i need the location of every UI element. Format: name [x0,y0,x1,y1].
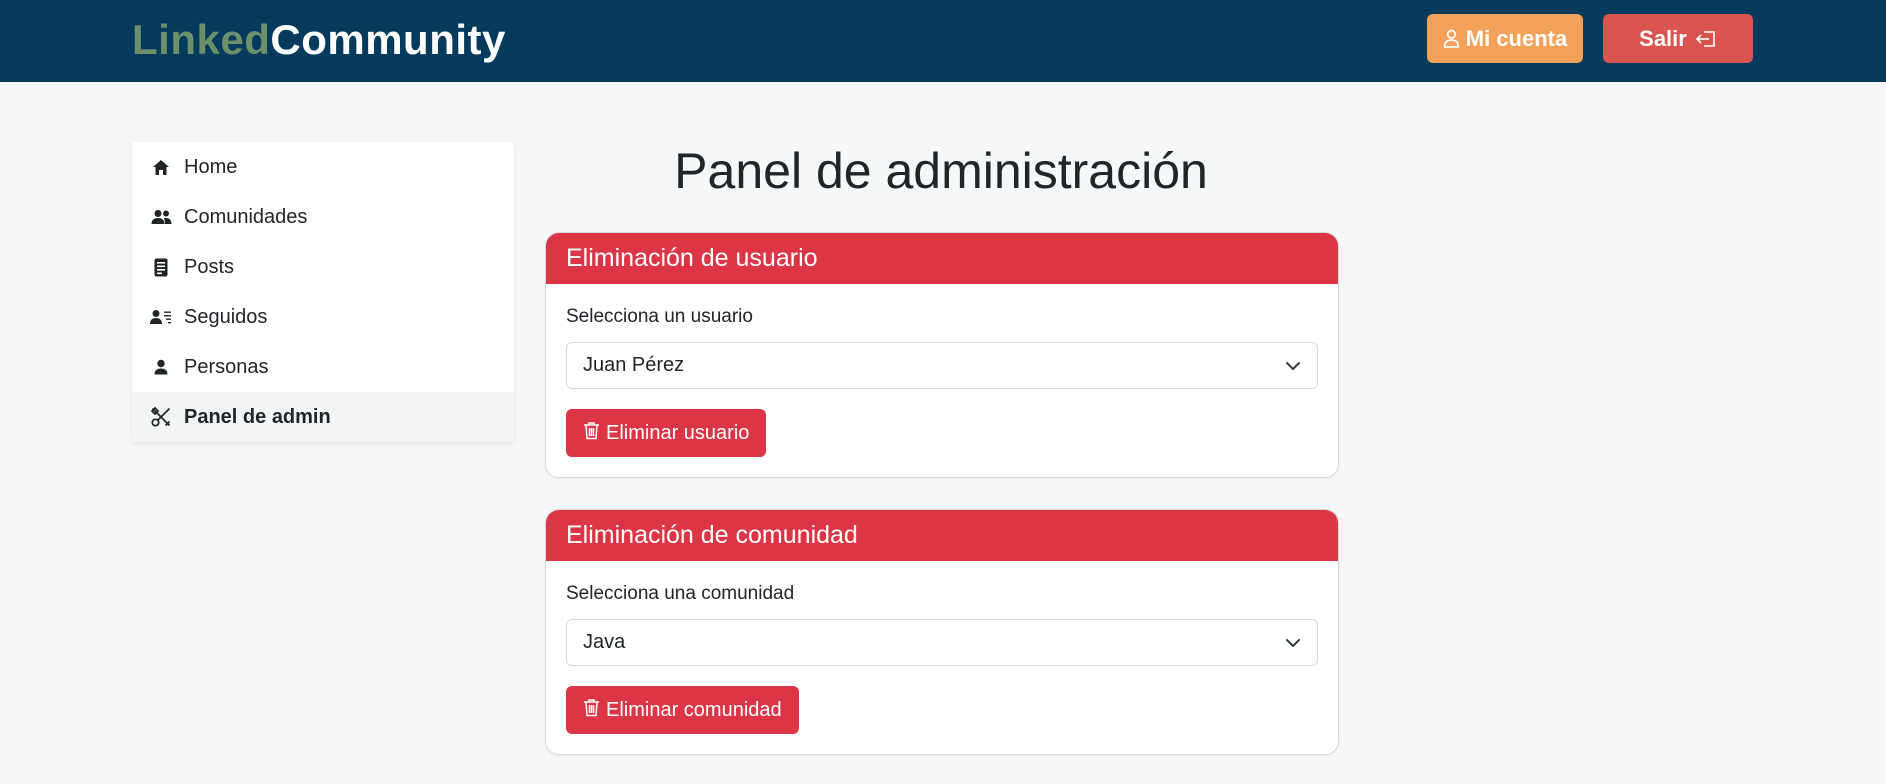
card-header: Eliminación de comunidad [546,510,1338,561]
sidebar-item-label: Personas [184,355,269,378]
sidebar-item-label: Comunidades [184,205,308,228]
delete-community-label: Eliminar comunidad [606,698,782,721]
card-body: Selecciona un usuario Juan Pérez Elimina… [546,284,1338,477]
sidebar-item-posts[interactable]: Posts [132,242,514,292]
delete-user-button[interactable]: Eliminar usuario [566,409,767,457]
delete-user-label: Eliminar usuario [606,421,750,444]
tools-icon [150,406,172,428]
sidebar-item-label: Seguidos [184,305,268,328]
delete-community-button[interactable]: Eliminar comunidad [566,686,799,734]
trash-icon [583,698,600,723]
sidebar-item-label: Panel de admin [184,405,331,428]
chevron-down-icon [1285,354,1301,377]
brand-part-community: Community [270,16,506,63]
sidebar-item-label: Home [184,155,238,178]
user-select-label: Selecciona un usuario [566,306,753,327]
sidebar-item-home[interactable]: Home [132,142,514,192]
person-lines-icon [150,306,172,328]
user-deletion-card: Eliminación de usuario Selecciona un usu… [545,232,1339,478]
sidebar-item-comunidades[interactable]: Comunidades [132,192,514,242]
user-select[interactable]: Juan Pérez [566,342,1318,389]
sidebar-nav: Home Comunidades Posts Seguidos Personas… [132,142,514,442]
logout-label: Salir [1639,25,1687,51]
community-select-label: Selecciona una comunidad [566,583,795,604]
page-title: Panel de administración [674,143,1208,199]
top-navbar: LinkedCommunity Mi cuenta Salir [0,0,1886,82]
community-select-value: Java [583,631,626,653]
community-select[interactable]: Java [566,619,1318,666]
chevron-down-icon [1285,631,1301,654]
sidebar-item-seguidos[interactable]: Seguidos [132,292,514,342]
people-icon [150,206,172,228]
card-body: Selecciona una comunidad Java Eliminar c… [546,561,1338,754]
brand-logo[interactable]: LinkedCommunity [132,16,506,64]
box-arrow-left-icon [1695,30,1717,48]
person-icon [150,356,172,378]
logout-button[interactable]: Salir [1603,14,1753,63]
trash-icon [583,421,600,446]
card-header: Eliminación de usuario [546,233,1338,284]
community-deletion-card: Eliminación de comunidad Selecciona una … [545,509,1339,755]
user-select-value: Juan Pérez [583,354,685,376]
brand-part-linked: Linked [132,16,271,63]
person-icon [1443,29,1460,48]
sidebar-item-personas[interactable]: Personas [132,342,514,392]
home-icon [150,156,172,178]
sidebar-item-admin-panel[interactable]: Panel de admin [132,392,514,442]
sidebar-item-label: Posts [184,255,235,278]
my-account-label: Mi cuenta [1465,25,1568,51]
my-account-button[interactable]: Mi cuenta [1427,14,1583,63]
document-icon [150,256,172,278]
